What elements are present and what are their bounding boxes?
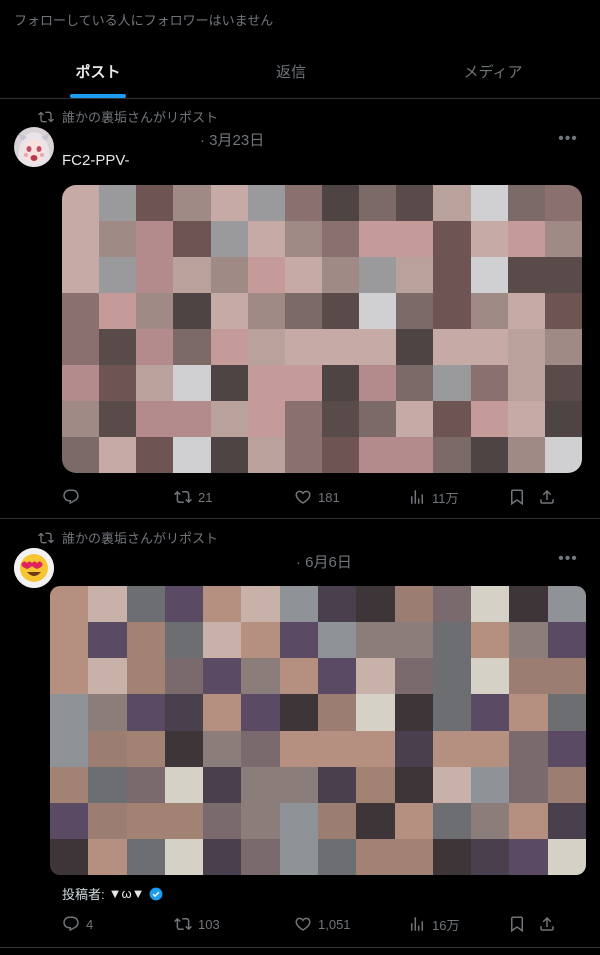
heart-eyes-emoji-icon xyxy=(14,548,54,588)
share-icon xyxy=(540,916,554,931)
repost-indicator: 誰かの裏垢さんがリポスト xyxy=(38,528,218,547)
repost-count: 103 xyxy=(198,916,220,932)
bookmark-button[interactable] xyxy=(508,915,538,933)
tab-media[interactable]: メディア xyxy=(386,44,600,98)
credit-name: ▼ω▼ xyxy=(108,886,145,901)
bookmark-icon xyxy=(511,489,523,506)
tab-replies-label: 返信 xyxy=(275,63,306,81)
bookmark-button[interactable] xyxy=(508,488,538,506)
heart-icon xyxy=(295,917,311,931)
post-date[interactable]: · 3月23日 xyxy=(200,129,264,150)
reply-button[interactable]: 4 xyxy=(62,915,174,933)
post-1[interactable]: 誰かの裏垢さんがリポスト · 3月23日 ••• FC2-PPV- 21 181… xyxy=(0,99,600,519)
tab-media-label: メディア xyxy=(463,63,523,81)
post-actions: 4 103 1,051 16万 xyxy=(62,912,582,936)
reply-button[interactable] xyxy=(62,488,174,506)
tab-active-indicator xyxy=(70,94,126,98)
repost-icon xyxy=(38,111,54,122)
repost-label: 誰かの裏垢さんがリポスト xyxy=(62,531,219,546)
verified-badge-icon xyxy=(149,887,162,900)
post-media-image[interactable] xyxy=(62,185,582,473)
share-button[interactable] xyxy=(538,915,562,933)
post-actions: 21 181 11万 xyxy=(62,485,582,509)
pixelated-media xyxy=(62,185,582,473)
like-button[interactable]: 181 xyxy=(294,488,408,506)
share-icon xyxy=(540,489,554,504)
tab-posts[interactable]: ポスト xyxy=(0,44,196,98)
post-2[interactable]: 誰かの裏垢さんがリポスト · 6月6日 ••• 投稿者: ▼ω▼ 4 103 1… xyxy=(0,519,600,948)
repost-label: 誰かの裏垢さんがリポスト xyxy=(62,110,219,125)
view-count: 11万 xyxy=(432,490,459,506)
follow-note: フォローしている人にフォロワーはいません xyxy=(14,13,274,28)
repost-button[interactable]: 103 xyxy=(174,915,294,933)
repost-count: 21 xyxy=(198,489,213,505)
avatar[interactable] xyxy=(14,548,54,588)
like-button[interactable]: 1,051 xyxy=(294,915,408,933)
like-count: 181 xyxy=(318,489,340,505)
reply-count: 4 xyxy=(86,916,94,932)
more-options-icon[interactable]: ••• xyxy=(558,549,578,569)
repost-button[interactable]: 21 xyxy=(174,488,294,506)
post-text: FC2-PPV- xyxy=(62,152,130,169)
repost-indicator: 誰かの裏垢さんがリポスト xyxy=(38,107,218,126)
like-count: 1,051 xyxy=(318,916,351,932)
repost-icon xyxy=(174,917,192,931)
reply-icon xyxy=(63,916,79,932)
repost-icon xyxy=(174,490,192,504)
credit-label: 投稿者: xyxy=(62,887,105,902)
tab-posts-label: ポスト xyxy=(75,63,121,81)
bookmark-icon xyxy=(511,916,523,933)
post-media-image[interactable] xyxy=(50,586,586,875)
views-chart-icon xyxy=(411,490,423,504)
post-date[interactable]: · 6月6日 xyxy=(296,551,352,572)
heart-icon xyxy=(295,490,311,504)
avatar[interactable] xyxy=(14,127,54,167)
anime-avatar-icon xyxy=(14,127,54,167)
view-count: 16万 xyxy=(432,917,460,933)
views-button[interactable]: 11万 xyxy=(408,488,508,507)
more-options-icon[interactable]: ••• xyxy=(558,129,578,149)
media-credit[interactable]: 投稿者: ▼ω▼ xyxy=(62,884,163,903)
pixelated-media xyxy=(50,586,586,875)
views-button[interactable]: 16万 xyxy=(408,915,508,934)
repost-icon xyxy=(38,532,54,543)
reply-icon xyxy=(63,489,79,505)
views-chart-icon xyxy=(411,917,423,931)
share-button[interactable] xyxy=(538,488,562,506)
profile-tabs: ポスト 返信 メディア xyxy=(0,44,600,99)
tab-replies[interactable]: 返信 xyxy=(196,44,386,98)
